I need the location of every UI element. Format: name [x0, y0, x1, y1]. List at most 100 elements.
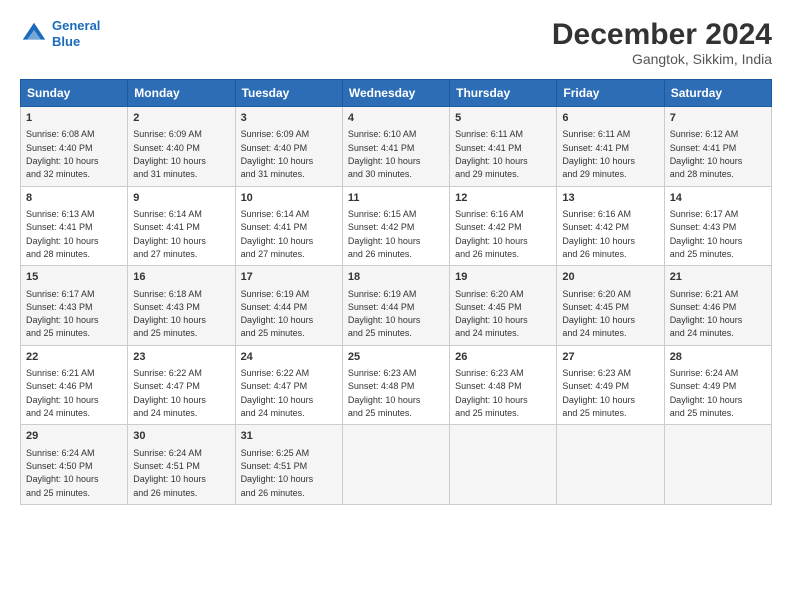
day-info: Sunrise: 6:15 AM Sunset: 4:42 PM Dayligh… — [348, 209, 421, 259]
day-info: Sunrise: 6:23 AM Sunset: 4:48 PM Dayligh… — [348, 368, 421, 418]
day-number: 29 — [26, 429, 122, 444]
month-title: December 2024 — [552, 18, 772, 51]
day-number: 23 — [133, 350, 229, 365]
calendar-cell: 4 Sunrise: 6:10 AM Sunset: 4:41 PM Daylig… — [342, 107, 449, 187]
day-info: Sunrise: 6:17 AM Sunset: 4:43 PM Dayligh… — [26, 289, 99, 339]
day-number: 18 — [348, 270, 444, 285]
day-number: 27 — [562, 350, 658, 365]
week-row-1: 1 Sunrise: 6:08 AM Sunset: 4:40 PM Daylig… — [21, 107, 772, 187]
calendar-cell: 21 Sunrise: 6:21 AM Sunset: 4:46 PM Dayli… — [664, 266, 771, 346]
calendar-cell: 5 Sunrise: 6:11 AM Sunset: 4:41 PM Daylig… — [450, 107, 557, 187]
day-number: 6 — [562, 111, 658, 126]
day-info: Sunrise: 6:11 AM Sunset: 4:41 PM Dayligh… — [562, 129, 635, 179]
calendar-cell: 31Sunrise: 6:25 AM Sunset: 4:51 PM Dayli… — [235, 425, 342, 505]
header-tuesday: Tuesday — [235, 80, 342, 107]
day-info: Sunrise: 6:17 AM Sunset: 4:43 PM Dayligh… — [670, 209, 743, 259]
calendar-cell: 2Sunrise: 6:09 AM Sunset: 4:40 PM Daylig… — [128, 107, 235, 187]
calendar-cell: 8 Sunrise: 6:13 AM Sunset: 4:41 PM Daylig… — [21, 186, 128, 266]
day-number: 28 — [670, 350, 766, 365]
day-info: Sunrise: 6:24 AM Sunset: 4:50 PM Dayligh… — [26, 448, 99, 498]
day-number: 24 — [241, 350, 337, 365]
calendar-cell: 14Sunrise: 6:17 AM Sunset: 4:43 PM Dayli… — [664, 186, 771, 266]
calendar-cell: 9 Sunrise: 6:14 AM Sunset: 4:41 PM Daylig… — [128, 186, 235, 266]
day-info: Sunrise: 6:14 AM Sunset: 4:41 PM Dayligh… — [241, 209, 314, 259]
day-info: Sunrise: 6:09 AM Sunset: 4:40 PM Dayligh… — [241, 129, 314, 179]
calendar-table: SundayMondayTuesdayWednesdayThursdayFrid… — [20, 79, 772, 505]
day-info: Sunrise: 6:21 AM Sunset: 4:46 PM Dayligh… — [670, 289, 743, 339]
day-info: Sunrise: 6:14 AM Sunset: 4:41 PM Dayligh… — [133, 209, 206, 259]
week-row-5: 29 Sunrise: 6:24 AM Sunset: 4:50 PM Dayli… — [21, 425, 772, 505]
day-number: 9 — [133, 191, 229, 206]
calendar-cell: 13 Sunrise: 6:16 AM Sunset: 4:42 PM Dayli… — [557, 186, 664, 266]
day-number: 16 — [133, 270, 229, 285]
day-number: 25 — [348, 350, 444, 365]
day-number: 31 — [241, 429, 337, 444]
calendar-cell: 7 Sunrise: 6:12 AM Sunset: 4:41 PM Daylig… — [664, 107, 771, 187]
header: General Blue December 2024 Gangtok, Sikk… — [20, 18, 772, 67]
calendar-cell: 18 Sunrise: 6:19 AM Sunset: 4:44 PM Dayli… — [342, 266, 449, 346]
calendar-cell: 12 Sunrise: 6:16 AM Sunset: 4:42 PM Dayli… — [450, 186, 557, 266]
logo: General Blue — [20, 18, 100, 49]
day-number: 1 — [26, 111, 122, 126]
day-number: 12 — [455, 191, 551, 206]
day-info: Sunrise: 6:10 AM Sunset: 4:41 PM Dayligh… — [348, 129, 421, 179]
day-info: Sunrise: 6:13 AM Sunset: 4:41 PM Dayligh… — [26, 209, 99, 259]
calendar-cell: 19 Sunrise: 6:20 AM Sunset: 4:45 PM Dayli… — [450, 266, 557, 346]
calendar-cell: 20 Sunrise: 6:20 AM Sunset: 4:45 PM Dayli… — [557, 266, 664, 346]
day-info: Sunrise: 6:16 AM Sunset: 4:42 PM Dayligh… — [562, 209, 635, 259]
calendar-cell — [450, 425, 557, 505]
calendar-cell — [557, 425, 664, 505]
calendar-cell: 3Sunrise: 6:09 AM Sunset: 4:40 PM Daylig… — [235, 107, 342, 187]
calendar-cell: 10 Sunrise: 6:14 AM Sunset: 4:41 PM Dayli… — [235, 186, 342, 266]
day-info: Sunrise: 6:24 AM Sunset: 4:51 PM Dayligh… — [133, 448, 206, 498]
header-sunday: Sunday — [21, 80, 128, 107]
day-info: Sunrise: 6:20 AM Sunset: 4:45 PM Dayligh… — [455, 289, 528, 339]
day-info: Sunrise: 6:23 AM Sunset: 4:48 PM Dayligh… — [455, 368, 528, 418]
header-thursday: Thursday — [450, 80, 557, 107]
calendar-cell: 17 Sunrise: 6:19 AM Sunset: 4:44 PM Dayli… — [235, 266, 342, 346]
day-number: 10 — [241, 191, 337, 206]
week-row-3: 15 Sunrise: 6:17 AM Sunset: 4:43 PM Dayli… — [21, 266, 772, 346]
calendar-cell: 15 Sunrise: 6:17 AM Sunset: 4:43 PM Dayli… — [21, 266, 128, 346]
day-info: Sunrise: 6:12 AM Sunset: 4:41 PM Dayligh… — [670, 129, 743, 179]
header-wednesday: Wednesday — [342, 80, 449, 107]
page: General Blue December 2024 Gangtok, Sikk… — [0, 0, 792, 515]
calendar-cell: 30 Sunrise: 6:24 AM Sunset: 4:51 PM Dayli… — [128, 425, 235, 505]
day-number: 4 — [348, 111, 444, 126]
day-number: 20 — [562, 270, 658, 285]
calendar-cell: 11 Sunrise: 6:15 AM Sunset: 4:42 PM Dayli… — [342, 186, 449, 266]
day-info: Sunrise: 6:24 AM Sunset: 4:49 PM Dayligh… — [670, 368, 743, 418]
day-info: Sunrise: 6:22 AM Sunset: 4:47 PM Dayligh… — [133, 368, 206, 418]
location: Gangtok, Sikkim, India — [552, 51, 772, 67]
calendar-cell: 22Sunrise: 6:21 AM Sunset: 4:46 PM Dayli… — [21, 345, 128, 425]
day-number: 17 — [241, 270, 337, 285]
day-info: Sunrise: 6:20 AM Sunset: 4:45 PM Dayligh… — [562, 289, 635, 339]
day-number: 13 — [562, 191, 658, 206]
day-number: 5 — [455, 111, 551, 126]
day-number: 7 — [670, 111, 766, 126]
logo-icon — [20, 20, 48, 48]
day-number: 21 — [670, 270, 766, 285]
day-info: Sunrise: 6:16 AM Sunset: 4:42 PM Dayligh… — [455, 209, 528, 259]
day-number: 22 — [26, 350, 122, 365]
day-info: Sunrise: 6:11 AM Sunset: 4:41 PM Dayligh… — [455, 129, 528, 179]
day-number: 26 — [455, 350, 551, 365]
day-number: 30 — [133, 429, 229, 444]
day-number: 11 — [348, 191, 444, 206]
day-number: 19 — [455, 270, 551, 285]
day-number: 8 — [26, 191, 122, 206]
logo-text: General Blue — [52, 18, 100, 49]
day-info: Sunrise: 6:18 AM Sunset: 4:43 PM Dayligh… — [133, 289, 206, 339]
title-block: December 2024 Gangtok, Sikkim, India — [552, 18, 772, 67]
calendar-cell: 25 Sunrise: 6:23 AM Sunset: 4:48 PM Dayli… — [342, 345, 449, 425]
day-info: Sunrise: 6:19 AM Sunset: 4:44 PM Dayligh… — [241, 289, 314, 339]
day-info: Sunrise: 6:08 AM Sunset: 4:40 PM Dayligh… — [26, 129, 99, 179]
header-friday: Friday — [557, 80, 664, 107]
calendar-cell: 24 Sunrise: 6:22 AM Sunset: 4:47 PM Dayli… — [235, 345, 342, 425]
day-info: Sunrise: 6:22 AM Sunset: 4:47 PM Dayligh… — [241, 368, 314, 418]
calendar-cell: 6 Sunrise: 6:11 AM Sunset: 4:41 PM Daylig… — [557, 107, 664, 187]
calendar-cell: 26 Sunrise: 6:23 AM Sunset: 4:48 PM Dayli… — [450, 345, 557, 425]
day-info: Sunrise: 6:19 AM Sunset: 4:44 PM Dayligh… — [348, 289, 421, 339]
day-number: 15 — [26, 270, 122, 285]
header-row: SundayMondayTuesdayWednesdayThursdayFrid… — [21, 80, 772, 107]
